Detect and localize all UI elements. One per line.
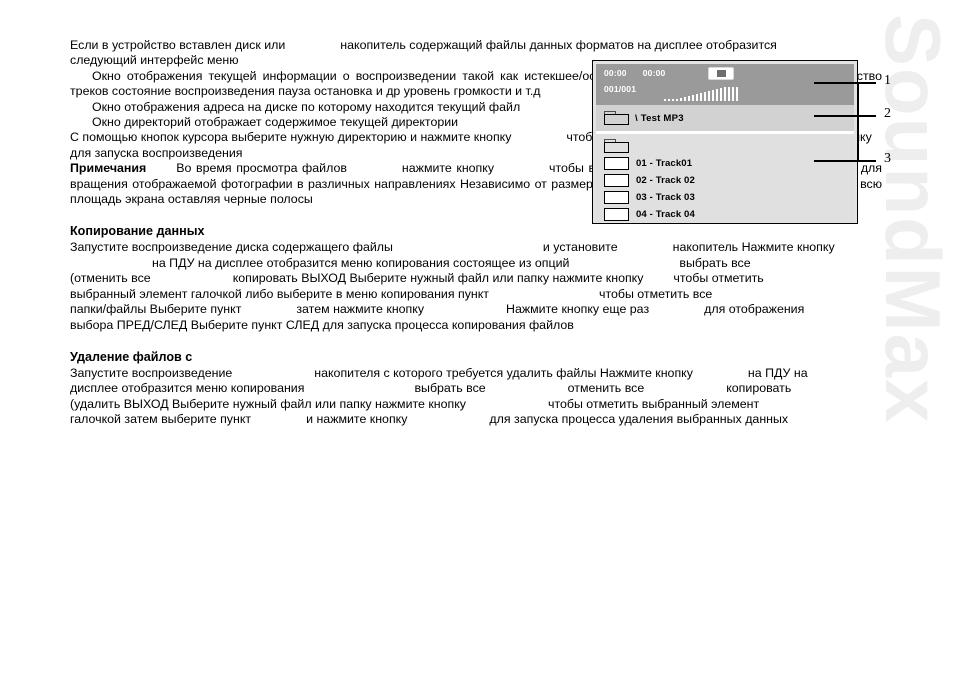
- eq-bar: [683, 97, 687, 101]
- copy-line-5a: папки/файлы Выберите пункт: [70, 302, 242, 317]
- file-icon: [604, 190, 629, 204]
- eq-bar: [671, 99, 675, 101]
- intro-line-1b: накопитель содержащий файлы данных форма…: [340, 38, 777, 52]
- eq-bar: [727, 87, 731, 101]
- copy-line-4a: выбранный элемент галочкой либо выберите…: [70, 286, 489, 301]
- device-frame: 00:00 00:00 001/001 \ Test MP3 01 - Track…: [592, 60, 858, 224]
- copy-line-5b: затем нажмите кнопку: [296, 302, 425, 317]
- copy-line-3a: (отменить все: [70, 271, 151, 286]
- copy-line-1: Запустите воспроизведение диска содержащ…: [70, 240, 882, 255]
- delete-line-1a: Запустите воспроизведение: [70, 365, 233, 380]
- folder-icon: [604, 139, 629, 153]
- delete-line-2a: дисплее отобразится меню копирования: [70, 381, 305, 396]
- notes-label: Примечания: [70, 161, 147, 176]
- list-item[interactable]: 03 - Track 03: [604, 189, 854, 205]
- track-counter: 001/001: [604, 84, 637, 94]
- eq-bar: [695, 94, 699, 101]
- watermark-text: SoundMax: [869, 14, 954, 425]
- copy-line-5: папки/файлы Выберите пункт затем нажмите …: [70, 302, 882, 317]
- delete-line-2b: выбрать все: [414, 381, 486, 396]
- callout-number-2: 2: [884, 106, 891, 121]
- copy-line-2: на ПДУ на дисплее отобразится меню копир…: [70, 256, 882, 271]
- eq-bar: [679, 98, 683, 101]
- copy-line-2a: на ПДУ на дисплее отобразится меню копир…: [152, 255, 570, 270]
- delete-line-3a: (удалить ВЫХОД Выберите нужный файл или …: [70, 396, 466, 411]
- delete-line-1c: на ПДУ на: [747, 365, 808, 380]
- copy-line-3b: копировать ВЫХОД Выберите нужный файл ил…: [232, 271, 644, 286]
- delete-line-3b: чтобы отметить выбранный элемент: [547, 396, 760, 411]
- list-item[interactable]: 04 - Track 04: [604, 206, 854, 222]
- intro-para-3-text: Окно отображения адреса на диске по кото…: [92, 99, 521, 114]
- volume-equalizer-bars: [664, 86, 739, 101]
- eq-bar: [715, 89, 719, 101]
- directory-window[interactable]: 01 - Track01 02 - Track 02 03 - Track 03 04…: [596, 134, 854, 222]
- eq-bar: [707, 91, 711, 101]
- stop-icon: [708, 67, 734, 80]
- current-path-label: \ Test MP3: [635, 112, 684, 124]
- copy-line-2b: выбрать все: [679, 255, 751, 270]
- copy-line-1c: накопитель Нажмите кнопку: [672, 240, 835, 255]
- copy-line-5c: Нажмите кнопку еще раз: [506, 302, 650, 317]
- eq-bar: [687, 96, 691, 101]
- intro-line-1: Если в устройство вставлен диск или накоп…: [70, 38, 882, 53]
- eq-bar: [667, 99, 671, 101]
- eq-bar: [735, 87, 739, 101]
- eq-bar: [664, 99, 667, 101]
- callout-number-3: 3: [884, 151, 891, 166]
- intro-line-1a: Если в устройство вставлен диск или: [70, 38, 286, 52]
- eq-bar: [703, 92, 707, 101]
- copy-line-3: (отменить все копировать ВЫХОД Выберите н…: [70, 271, 882, 286]
- delete-line-3: (удалить ВЫХОД Выберите нужный файл или …: [70, 397, 882, 412]
- device-screen: 00:00 00:00 001/001 \ Test MP3 01 - Track…: [596, 64, 854, 222]
- intro-para-4-text: Окно директорий отображает содержимое те…: [92, 115, 459, 130]
- delete-line-4c: для запуска процесса удаления выбранных …: [489, 412, 789, 427]
- file-icon: [604, 156, 629, 170]
- manual-page: Если в устройство вставлен диск или накоп…: [0, 0, 954, 426]
- notes-text-b: нажмите кнопку: [401, 161, 495, 176]
- copy-line-1b: и установите: [542, 240, 618, 255]
- intro-para-5a: С помощью кнопок курсора выберите нужную…: [70, 130, 512, 145]
- delete-line-4b: и нажмите кнопку: [306, 412, 408, 427]
- list-item-label: 02 - Track 02: [636, 174, 695, 186]
- file-icon: [604, 173, 629, 187]
- list-item[interactable]: 01 - Track01: [604, 155, 854, 171]
- copy-section-heading: Копирование данных: [70, 224, 205, 239]
- eq-bar: [723, 87, 727, 101]
- list-item-label: 03 - Track 03: [636, 191, 695, 203]
- copy-line-3c: чтобы отметить: [673, 271, 764, 286]
- list-item-label: 01 - Track01: [636, 157, 693, 169]
- file-icon: [604, 207, 629, 221]
- list-item[interactable]: 02 - Track 02: [604, 172, 854, 188]
- eq-bar: [691, 95, 695, 101]
- eq-bar: [699, 93, 703, 101]
- delete-section-heading: Удаление файлов с: [70, 349, 193, 364]
- eq-bar: [711, 90, 715, 101]
- delete-line-2c: отменить все: [567, 381, 645, 396]
- elapsed-time: 00:00: [604, 68, 627, 78]
- list-item-label: 04 - Track 04: [636, 208, 695, 220]
- list-item[interactable]: [604, 138, 854, 154]
- time-display: 00:00 00:00: [604, 68, 666, 78]
- eq-bar: [719, 88, 723, 101]
- current-path-window[interactable]: \ Test MP3: [596, 105, 854, 131]
- playback-info-window: 00:00 00:00 001/001: [596, 64, 854, 105]
- copy-line-4b: чтобы отметить все: [598, 286, 713, 301]
- copy-line-4: выбранный элемент галочкой либо выберите…: [70, 287, 882, 302]
- delete-line-2: дисплее отобразится меню копирования выбр…: [70, 381, 882, 396]
- copy-line-6: выбора ПРЕД/СЛЕД Выберите пункт СЛЕД для…: [70, 317, 574, 332]
- notes-text-a: Во время просмотра файлов: [176, 161, 347, 176]
- delete-line-4a: галочкой затем выберите пункт: [70, 412, 252, 427]
- copy-line-5d: для отображения: [704, 302, 805, 317]
- eq-bar: [731, 87, 735, 101]
- total-time: 00:00: [642, 68, 666, 78]
- device-display-mockup: 00:00 00:00 001/001 \ Test MP3 01 - Track…: [592, 60, 858, 224]
- delete-line-1b: накопителя с которого требуется удалить …: [314, 365, 693, 380]
- callout-number-1: 1: [884, 73, 891, 88]
- delete-line-2d: копировать: [726, 381, 792, 396]
- folder-icon: [604, 111, 629, 125]
- delete-line-1: Запустите воспроизведение накопителя с ко…: [70, 366, 882, 381]
- delete-line-4: галочкой затем выберите пункт и нажмите к…: [70, 412, 882, 427]
- eq-bar: [675, 99, 679, 101]
- copy-line-1a: Запустите воспроизведение диска содержащ…: [70, 240, 393, 255]
